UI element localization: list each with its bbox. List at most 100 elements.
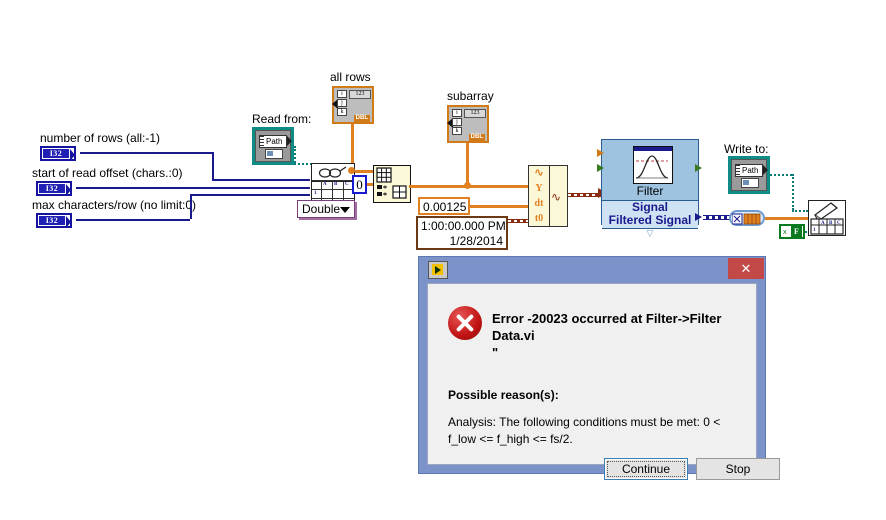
read-path-control[interactable]: Path bbox=[252, 127, 294, 165]
false-label: F bbox=[791, 226, 802, 237]
wire-read-path-v bbox=[294, 146, 298, 163]
terminal-arrow-icon bbox=[66, 216, 71, 228]
numeric-glyph: 123 bbox=[464, 109, 486, 118]
wire-convert-out bbox=[765, 217, 808, 220]
dbl-type-tag: DBL bbox=[353, 115, 370, 122]
filter-output-terminal[interactable]: Filtered Signal bbox=[602, 214, 698, 229]
path-handle-icon bbox=[735, 165, 740, 176]
waveform-port-dt: dt bbox=[529, 196, 549, 212]
labview-icon bbox=[428, 261, 448, 279]
continue-button[interactable]: Continue bbox=[604, 458, 688, 480]
wire-filtered-signal bbox=[703, 215, 731, 220]
index-letter-i: i bbox=[452, 109, 462, 117]
wire-write-path-h bbox=[770, 174, 792, 178]
write-path-control[interactable]: Path bbox=[728, 156, 770, 194]
path-arrow-icon bbox=[287, 136, 292, 146]
indicator-all-rows[interactable]: i j k 123 DBL bbox=[332, 86, 374, 124]
wire-maxchars-h2 bbox=[190, 194, 310, 196]
read-path-label: Read from: bbox=[252, 112, 312, 126]
close-icon[interactable]: ✕ bbox=[728, 258, 764, 279]
control-label-max-chars: max characters/row (no limit:0) bbox=[32, 198, 197, 212]
build-waveform-node[interactable]: ∿ Y dt t0 ∿ bbox=[528, 165, 568, 227]
filtered-signal-out-icon bbox=[695, 213, 702, 221]
possible-reasons-label: Possible reason(s): bbox=[448, 388, 559, 402]
terminal-arrow-icon bbox=[66, 184, 71, 196]
waveform-out-icon: ∿ bbox=[551, 190, 562, 204]
stop-button[interactable]: Stop bbox=[696, 458, 780, 480]
dbl-type-tag: DBL bbox=[468, 134, 485, 141]
wire-write-path-v bbox=[792, 174, 796, 210]
wire-rows-v bbox=[212, 152, 214, 179]
filter-error-in-icon bbox=[597, 149, 604, 157]
control-label-read-offset: start of read offset (chars.:0) bbox=[32, 166, 183, 180]
error-heading-line1: Error -20023 occurred at Filter->Filter … bbox=[492, 311, 722, 343]
folder-icon bbox=[741, 178, 759, 188]
error-heading: Error -20023 occurred at Filter->Filter … bbox=[492, 310, 746, 361]
format-enum-double[interactable]: Double bbox=[297, 200, 355, 218]
analysis-text: Analysis: The following conditions must … bbox=[448, 415, 721, 446]
indicator-subarray[interactable]: i j k 123 DBL bbox=[447, 105, 489, 143]
dialog-title-bar[interactable]: ✕ bbox=[419, 257, 765, 281]
spreadsheet-grid-icon: A B C 1 bbox=[312, 180, 354, 200]
t0-time: 1:00:00.000 PM bbox=[421, 219, 506, 233]
dynamic-data-convert-node[interactable] bbox=[729, 210, 765, 226]
path-arrow-icon bbox=[763, 165, 768, 175]
error-dialog[interactable]: ✕ Error -20023 occurred at Filter->Filte… bbox=[418, 256, 780, 480]
index-array-glyph-icon bbox=[376, 167, 407, 199]
false-boolean-constant[interactable]: x F bbox=[779, 224, 805, 239]
filter-vi-name: Filter bbox=[636, 184, 664, 198]
t0-timestamp-constant[interactable]: 1:00:00.000 PM 1/28/2014 bbox=[416, 216, 508, 250]
wire-junction bbox=[348, 167, 355, 174]
terminal-max-chars[interactable]: I32 bbox=[36, 213, 72, 228]
wire-write-path-h2 bbox=[792, 210, 808, 214]
index-letter-k: k bbox=[452, 127, 462, 135]
labview-block-diagram: number of rows (all:-1) I32 start of rea… bbox=[0, 0, 886, 520]
wire-junction-2 bbox=[464, 182, 471, 189]
filter-express-vi[interactable]: Filter Signal Filtered Signal ▽ bbox=[601, 139, 699, 238]
waveform-port-icon: ∿ bbox=[529, 166, 549, 182]
index-letter-j: j bbox=[452, 118, 462, 126]
wire-maxchars bbox=[76, 219, 190, 221]
terminal-arrow-icon bbox=[70, 149, 75, 161]
dt-constant[interactable]: 0.00125 bbox=[418, 197, 470, 215]
write-spreadsheet-file-vi[interactable]: A B C 1 bbox=[808, 200, 846, 236]
wire-maxchars-v bbox=[190, 194, 192, 219]
index-array-node[interactable] bbox=[373, 165, 411, 203]
subarray-label: subarray bbox=[447, 89, 494, 103]
terminal-read-offset[interactable]: I32 bbox=[36, 181, 72, 196]
wire-read-path-h bbox=[294, 163, 312, 167]
index-letter-i: i bbox=[337, 90, 347, 98]
terminal-type-label: I32 bbox=[45, 216, 59, 225]
wire-t0 bbox=[508, 219, 530, 223]
wire-dt bbox=[470, 205, 530, 208]
write-path-label: Write to: bbox=[724, 142, 769, 156]
convert-glyph-icon bbox=[732, 213, 761, 225]
write-vi-glyph-icon: A B C 1 bbox=[810, 202, 844, 235]
folder-icon bbox=[265, 149, 283, 159]
build-waveform-ports: ∿ Y dt t0 bbox=[529, 166, 550, 226]
wire-rdvi-out bbox=[355, 170, 373, 173]
svg-text:A: A bbox=[821, 221, 825, 226]
filter-right-terminal-icon bbox=[695, 164, 702, 172]
filter-response-icon bbox=[633, 146, 673, 184]
terminal-number-of-rows[interactable]: I32 bbox=[40, 146, 76, 161]
all-rows-label: all rows bbox=[330, 70, 371, 84]
svg-text:C: C bbox=[837, 221, 841, 226]
expand-chevron-icon[interactable]: ▽ bbox=[602, 229, 698, 238]
chevron-down-icon bbox=[340, 207, 350, 213]
index-letter-k: k bbox=[337, 108, 347, 116]
path-handle-icon bbox=[259, 136, 264, 147]
numeric-glyph: 123 bbox=[349, 90, 371, 99]
index-letter-j: j bbox=[337, 99, 347, 107]
control-label-number-of-rows: number of rows (all:-1) bbox=[40, 131, 161, 145]
waveform-port-t0: t0 bbox=[529, 211, 549, 226]
index-constant-zero[interactable]: 0 bbox=[352, 175, 367, 194]
terminal-type-label: I32 bbox=[49, 149, 63, 158]
wire-rows-h2 bbox=[212, 179, 310, 181]
error-icon bbox=[448, 306, 482, 340]
terminal-type-label: I32 bbox=[45, 184, 59, 193]
filter-error-ref-icon bbox=[597, 164, 604, 172]
wire-offset bbox=[76, 187, 310, 189]
error-heading-line2: " bbox=[492, 345, 499, 360]
waveform-port-y: Y bbox=[529, 181, 549, 197]
